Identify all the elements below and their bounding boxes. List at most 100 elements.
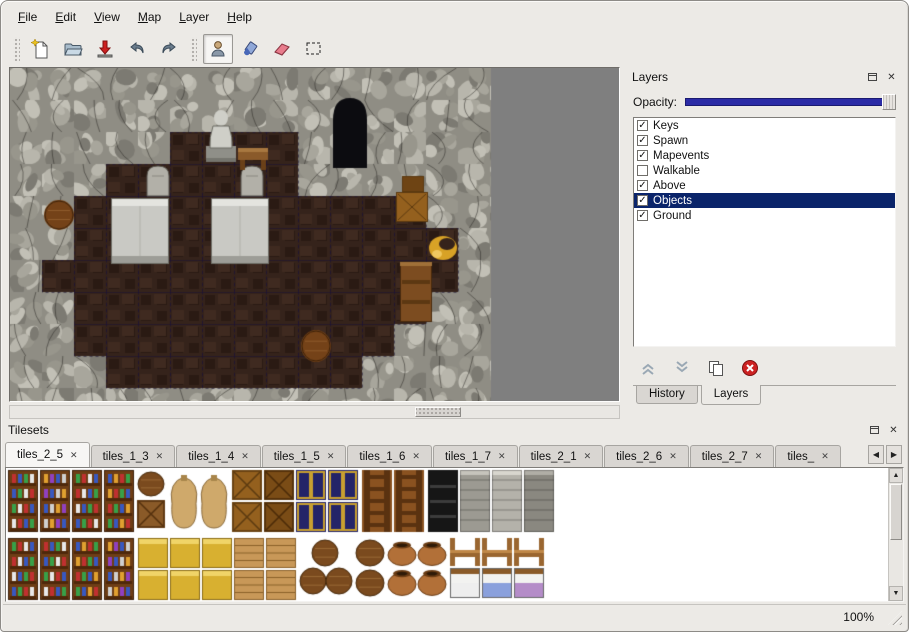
tab-close-icon[interactable]: ✕ [412,451,420,462]
opacity-slider-handle[interactable] [882,94,896,110]
tab-close-icon[interactable]: ✕ [755,451,763,462]
lower-layer-button[interactable] [671,357,693,379]
layer-name-label: Mapevents [653,150,709,162]
menu-file[interactable]: File [9,7,46,27]
layer-row-mapevents[interactable]: ✓ Mapevents [634,148,895,163]
layer-list: ✓Keys✓Spawn✓MapeventsWalkable✓Above✓Obje… [633,117,896,347]
scroll-tabs-right-button[interactable]: ▶ [886,445,902,464]
layer-name-label: Spawn [653,135,688,147]
delete-layer-icon [741,359,759,377]
layer-row-keys[interactable]: ✓Keys [634,118,895,133]
layer-visibility-checkbox[interactable]: ✓ [637,180,648,191]
menu-edit[interactable]: Edit [46,7,85,27]
tileset-view[interactable]: ▲ ▼ [5,467,904,602]
dock-tab-layers[interactable]: Layers [701,385,762,405]
layer-name-label: Objects [653,195,692,207]
fill-tool-icon [240,39,260,59]
open-file-icon [63,39,83,59]
eraser-tool-button[interactable] [267,34,297,64]
float-panel-button[interactable] [867,423,882,438]
close-panel-button[interactable]: ✕ [886,423,901,438]
tab-close-icon[interactable]: ✕ [156,451,164,462]
tileset-scrollbar-thumb[interactable] [890,484,902,540]
dock-tab-history[interactable]: History [636,386,698,404]
duplicate-layer-button[interactable] [705,357,727,379]
layer-name-label: Walkable [653,165,700,177]
tileset-tab-tiles_2_5[interactable]: tiles_2_5✕ [5,442,90,467]
menu-help[interactable]: Help [218,7,261,27]
layer-visibility-checkbox[interactable]: ✓ [637,150,648,161]
raise-layer-button[interactable] [637,357,659,379]
tab-close-icon[interactable]: ✕ [70,450,78,461]
layer-visibility-checkbox[interactable]: ✓ [637,120,648,131]
tileset-tab-tiles_[interactable]: tiles_✕ [775,445,840,467]
tab-close-icon[interactable]: ✕ [327,451,335,462]
status-bar: 100% [3,604,906,629]
tab-close-icon[interactable]: ✕ [669,451,677,462]
layer-row-above[interactable]: ✓Above [634,178,895,193]
map-scrollbar-thumb[interactable] [415,407,461,417]
tab-close-icon[interactable]: ✕ [241,451,249,462]
opacity-slider[interactable] [685,98,896,106]
layers-panel-title: Layers [632,70,861,84]
save-file-button[interactable] [90,34,120,64]
tab-close-icon[interactable]: ✕ [498,451,506,462]
layer-row-spawn[interactable]: ✓ Spawn [634,133,895,148]
zoom-level: 100% [843,610,874,624]
new-file-button[interactable] [26,34,56,64]
fill-tool-button[interactable] [235,34,265,64]
menu-layer[interactable]: Layer [170,7,218,27]
tileset-tab-tiles_2_7[interactable]: tiles_2_7✕ [690,445,775,467]
layer-visibility-checkbox[interactable]: ✓ [637,195,648,206]
menu-map[interactable]: Map [129,7,170,27]
layer-visibility-checkbox[interactable]: ✓ [637,135,648,146]
open-file-button[interactable] [58,34,88,64]
app-window: FileEditViewMapLayerHelp [0,0,909,632]
tileset-tab-label: tiles_2_6 [616,451,662,463]
tileset-tab-tiles_1_5[interactable]: tiles_1_5✕ [262,445,347,467]
layer-visibility-checkbox[interactable]: ✓ [637,210,648,221]
tileset-tab-tiles_1_7[interactable]: tiles_1_7✕ [433,445,518,467]
tilesets-panel: Tilesets ✕ tiles_2_5✕tiles_1_3✕tiles_1_4… [3,420,906,604]
float-panel-button[interactable] [865,70,880,85]
layer-row-walkable[interactable]: Walkable [634,163,895,178]
eraser-tool-icon [272,39,292,59]
map-view[interactable] [9,67,620,402]
tab-close-icon[interactable]: ✕ [821,451,829,462]
delete-layer-button[interactable] [739,357,761,379]
save-file-icon [95,39,115,59]
tileset-tab-tiles_1_3[interactable]: tiles_1_3✕ [91,445,176,467]
menu-view[interactable]: View [85,7,129,27]
scroll-up-button[interactable]: ▲ [889,468,903,483]
tileset-tab-tiles_1_4[interactable]: tiles_1_4 ✕ [176,445,261,467]
layers-panel: Layers ✕ Opacity: ✓Keys✓Spawn✓MapeventsW… [627,67,904,411]
layer-row-ground[interactable]: ✓ Ground [634,208,895,223]
raise-layer-icon [639,359,657,377]
tileset-tab-tiles_2_1[interactable]: tiles_2_1✕ [519,445,604,467]
tileset-tab-tiles_1_6[interactable]: tiles_1_6✕ [347,445,432,467]
layer-visibility-checkbox[interactable] [637,165,648,176]
tileset-tab-label: tiles_1_4 [188,451,234,463]
scroll-tabs-left-button[interactable]: ◀ [868,445,884,464]
layer-row-objects[interactable]: ✓ Objects [634,193,895,208]
close-panel-button[interactable]: ✕ [884,70,899,85]
layer-actions [637,355,896,381]
redo-button[interactable] [154,34,184,64]
map-horizontal-scrollbar[interactable] [9,405,620,419]
undo-button[interactable] [122,34,152,64]
tileset-tabs: tiles_2_5✕tiles_1_3✕tiles_1_4✕tiles_1_5✕… [5,441,864,467]
layers-dock-tabs: HistoryLayers [633,385,896,411]
tileset-canvas[interactable] [6,468,890,601]
menu-bar: FileEditViewMapLayerHelp [9,5,261,29]
resize-grip-icon[interactable] [888,611,902,625]
map-canvas[interactable] [10,68,619,401]
scroll-down-button[interactable]: ▼ [889,586,903,601]
toolbar-grip[interactable] [190,37,197,61]
tileset-vertical-scrollbar[interactable]: ▲ ▼ [888,468,903,601]
tileset-tab-tiles_2_6[interactable]: tiles_2_6 ✕ [604,445,689,467]
layer-name-label: Ground [653,210,691,222]
tab-close-icon[interactable]: ✕ [584,451,592,462]
stamp-tool-button[interactable] [203,34,233,64]
toolbar-grip[interactable] [13,37,20,61]
select-tool-button[interactable] [299,34,329,64]
